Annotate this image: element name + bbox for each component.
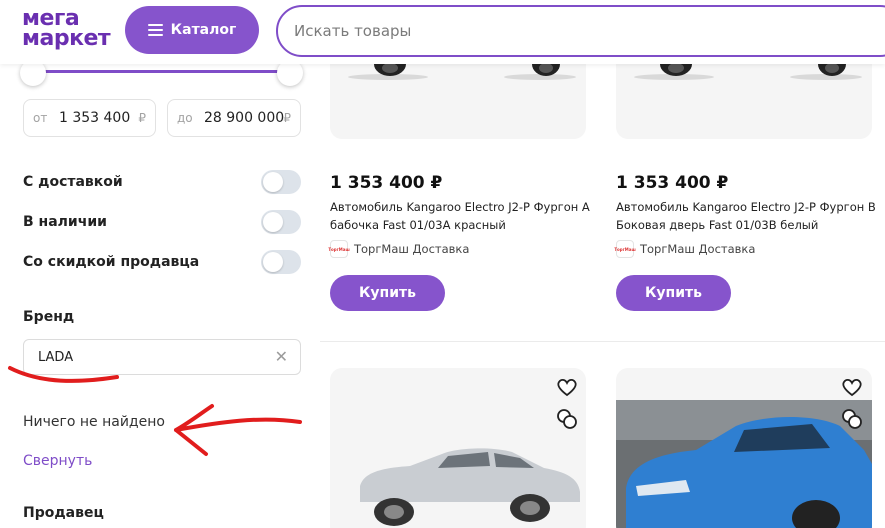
buy-button[interactable]: Купить xyxy=(330,275,445,311)
filter-seller-discount[interactable]: Со скидкой продавца xyxy=(23,250,301,276)
price-to-currency: ₽ xyxy=(283,111,291,125)
product-seller[interactable]: ТоргМаш ТоргМаш Доставка xyxy=(328,240,470,258)
annotation-overlay xyxy=(8,366,302,456)
row-divider xyxy=(320,341,885,342)
product-price: 1 353 400 ₽ xyxy=(330,173,443,193)
filter-delivery-toggle[interactable] xyxy=(261,170,301,194)
seller-logo: ТоргМаш xyxy=(614,240,636,258)
filter-seller-discount-toggle[interactable] xyxy=(261,250,301,274)
logo[interactable]: мега маркет xyxy=(22,8,117,51)
seller-section-title: Продавец xyxy=(23,505,104,521)
compare-icon[interactable] xyxy=(840,407,864,431)
annotation-underline xyxy=(8,366,119,383)
catalog-button[interactable]: Каталог xyxy=(125,6,259,54)
price-to-field[interactable]: до 28 900 000 ₽ xyxy=(167,99,301,137)
price-from-value: 1 353 400 xyxy=(59,110,131,126)
product-title[interactable]: Автомобиль Kangaroo Electro J2-P Фургон … xyxy=(330,198,590,234)
product-image[interactable] xyxy=(616,368,872,528)
buy-button[interactable]: Купить xyxy=(616,275,731,311)
menu-icon xyxy=(147,24,163,36)
seller-logo: ТоргМаш xyxy=(328,240,350,258)
heart-icon[interactable] xyxy=(555,375,579,399)
seller-name: ТоргМаш Доставка xyxy=(354,242,470,256)
filter-in-stock-label: В наличии xyxy=(23,214,107,230)
blue-sedan-image xyxy=(616,400,872,528)
filter-seller-discount-label: Со скидкой продавца xyxy=(23,254,200,270)
silver-sedan-image xyxy=(360,448,580,526)
compare-icon[interactable] xyxy=(555,407,579,431)
seller-name: ТоргМаш Доставка xyxy=(640,242,756,256)
filter-in-stock[interactable]: В наличии xyxy=(23,210,301,236)
product-image[interactable] xyxy=(330,368,586,528)
filter-delivery[interactable]: С доставкой xyxy=(23,170,301,196)
price-from-currency: ₽ xyxy=(138,111,146,125)
price-from-field[interactable]: от 1 353 400 ₽ xyxy=(23,99,156,137)
annotation-arrow xyxy=(174,404,302,456)
brand-section-title: Бренд xyxy=(23,309,75,325)
catalog-label: Каталог xyxy=(170,22,237,38)
filter-in-stock-toggle[interactable] xyxy=(261,210,301,234)
product-title[interactable]: Автомобиль Kangaroo Electro J2-P Фургон … xyxy=(616,198,876,234)
price-to-prefix: до xyxy=(177,111,193,125)
price-to-value: 28 900 000 xyxy=(204,110,285,126)
product-seller[interactable]: ТоргМаш ТоргМаш Доставка xyxy=(614,240,756,258)
search-box[interactable] xyxy=(276,5,885,57)
filter-delivery-label: С доставкой xyxy=(23,174,123,190)
price-from-prefix: от xyxy=(33,111,48,125)
logo-line2: маркет xyxy=(22,26,111,51)
search-input[interactable] xyxy=(294,7,854,55)
price-slider-track[interactable] xyxy=(34,70,290,73)
heart-icon[interactable] xyxy=(840,375,864,399)
product-price: 1 353 400 ₽ xyxy=(616,173,729,193)
header: мега маркет Каталог xyxy=(0,0,885,64)
